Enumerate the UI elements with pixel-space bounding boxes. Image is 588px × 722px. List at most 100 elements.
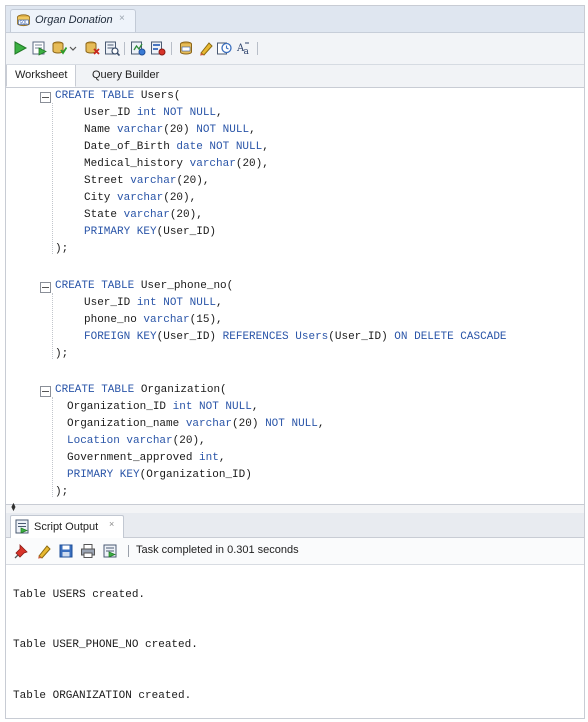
sql-keyword: NOT NULL xyxy=(196,124,250,136)
fold-toggle-icon[interactable] xyxy=(40,92,51,103)
autotrace-icon[interactable] xyxy=(130,40,146,56)
output-line: Table USER_PHONE_NO created. xyxy=(13,639,198,651)
code-token: ); xyxy=(55,486,69,498)
code-line: State varchar(20), xyxy=(84,207,203,224)
unshared-sql-icon[interactable] xyxy=(178,40,194,56)
document-tab-bar: SQL Organ Donation × xyxy=(6,6,584,33)
clear-output-icon[interactable] xyxy=(36,543,52,559)
code-line: PRIMARY KEY(Organization_ID) xyxy=(67,467,252,484)
tab-worksheet[interactable]: Worksheet xyxy=(6,65,77,87)
sql-keyword: int NOT NULL xyxy=(136,107,217,119)
code-token: (20), xyxy=(172,435,206,447)
code-token: (User_ID) xyxy=(156,226,217,238)
buffer-size-icon[interactable] xyxy=(102,543,118,559)
code-line: User_ID int NOT NULL, xyxy=(84,105,223,122)
code-line: Name varchar(20) NOT NULL, xyxy=(84,122,256,139)
code-line: Organization_name varchar(20) NOT NULL, xyxy=(67,416,324,433)
close-output-tab-icon[interactable]: × xyxy=(109,519,114,529)
toolbar-separator xyxy=(124,42,125,55)
tab-organ-donation[interactable]: SQL Organ Donation × xyxy=(10,9,136,32)
output-tab-label: Script Output xyxy=(34,521,99,533)
code-line: User_ID int NOT NULL, xyxy=(84,295,223,312)
code-line: Government_approved int, xyxy=(67,450,225,467)
code-token: , xyxy=(218,452,226,464)
explain-plan-icon[interactable] xyxy=(104,40,120,56)
code-line: Organization_ID int NOT NULL, xyxy=(67,399,258,416)
sql-tuning-icon[interactable] xyxy=(150,40,166,56)
code-token: , xyxy=(251,401,259,413)
code-token: User_phone_no( xyxy=(140,280,234,292)
splitter-arrows-icon[interactable]: ▲ ▼ xyxy=(10,502,17,513)
code-token: City xyxy=(84,192,118,204)
code-token: (20), xyxy=(235,158,269,170)
code-token: Users( xyxy=(140,90,181,102)
run-script-icon[interactable] xyxy=(31,40,47,56)
sql-keyword: REFERENCES xyxy=(222,331,296,343)
code-token: , xyxy=(216,107,223,119)
run-statement-icon[interactable] xyxy=(12,40,28,56)
code-token: Date_of_Birth xyxy=(84,141,177,153)
pin-icon[interactable] xyxy=(14,543,30,559)
sql-keyword: varchar xyxy=(189,158,236,170)
format-icon[interactable]: A a xyxy=(236,40,252,56)
fold-toggle-icon[interactable] xyxy=(40,386,51,397)
code-line: Date_of_Birth date NOT NULL, xyxy=(84,139,269,156)
output-toolbar: Task completed in 0.301 seconds xyxy=(6,538,584,565)
save-icon[interactable] xyxy=(58,543,74,559)
toolbar-separator xyxy=(257,42,258,55)
tab-script-output[interactable]: Script Output × xyxy=(10,515,124,538)
sql-history-icon[interactable] xyxy=(216,40,232,56)
output-line: Table USERS created. xyxy=(13,589,146,601)
code-line: ); xyxy=(55,484,68,501)
code-token: , xyxy=(262,141,269,153)
svg-text:SQL: SQL xyxy=(20,20,29,25)
close-tab-icon[interactable]: × xyxy=(119,13,125,24)
script-output-area[interactable]: Table USERS created. Table USER_PHONE_NO… xyxy=(6,565,584,718)
code-token: ); xyxy=(55,243,69,255)
code-line: FOREIGN KEY(User_ID) REFERENCES Users(Us… xyxy=(84,329,507,346)
code-token: Government_approved xyxy=(67,452,200,464)
sql-keyword: Location xyxy=(67,435,127,447)
sql-developer-window: SQL Organ Donation × A a Worksheet Query… xyxy=(5,5,585,719)
tab-query-builder[interactable]: Query Builder xyxy=(84,65,167,86)
code-line: City varchar(20), xyxy=(84,190,196,207)
clear-icon[interactable] xyxy=(198,40,214,56)
code-line: ); xyxy=(55,346,68,363)
code-line-create-table: CREATE TABLE User_phone_no( xyxy=(55,278,233,295)
sql-keyword: CREATE TABLE xyxy=(55,90,141,102)
code-line: Location varchar(20), xyxy=(67,433,206,450)
fold-toggle-icon[interactable] xyxy=(40,282,51,293)
code-token: (User_ID) xyxy=(328,331,395,343)
code-line: PRIMARY KEY(User_ID) xyxy=(84,224,216,241)
sql-keyword: Users xyxy=(295,331,329,343)
sql-keyword: date NOT NULL xyxy=(176,141,263,153)
sql-keyword: CREATE TABLE xyxy=(55,384,141,396)
sql-keyword: ON DELETE CASCADE xyxy=(394,331,507,343)
sql-keyword: NOT NULL xyxy=(265,418,318,430)
worksheet-tab-bar: Worksheet Query Builder xyxy=(6,65,584,88)
task-status-text: Task completed in 0.301 seconds xyxy=(136,544,299,556)
sql-keyword: FOREIGN KEY xyxy=(84,331,157,343)
print-icon[interactable] xyxy=(80,543,96,559)
code-token: User_ID xyxy=(84,107,137,119)
sql-keyword: int NOT NULL xyxy=(172,401,252,413)
sql-keyword: varchar xyxy=(185,418,233,430)
code-line: Medical_history varchar(20), xyxy=(84,156,269,173)
sql-keyword: int NOT NULL xyxy=(136,297,217,309)
toolbar-separator xyxy=(128,545,129,557)
sql-editor[interactable]: CREATE TABLE Users(User_ID int NOT NULL,… xyxy=(6,88,584,504)
commit-icon[interactable] xyxy=(51,40,67,56)
code-line: phone_no varchar(15), xyxy=(84,312,223,329)
code-line-create-table: CREATE TABLE Organization( xyxy=(55,382,227,399)
code-token: , xyxy=(249,124,256,136)
sql-keyword: varchar xyxy=(123,209,170,221)
code-token: , xyxy=(317,418,325,430)
output-tab-bar: Script Output × xyxy=(6,513,584,538)
sql-keyword: varchar xyxy=(117,124,164,136)
chevron-down-icon[interactable] xyxy=(68,40,78,56)
tab-title: Organ Donation xyxy=(35,14,113,26)
fold-guide xyxy=(52,293,53,359)
fold-guide xyxy=(52,103,53,254)
code-token: Organization( xyxy=(140,384,227,396)
rollback-icon[interactable] xyxy=(84,40,100,56)
